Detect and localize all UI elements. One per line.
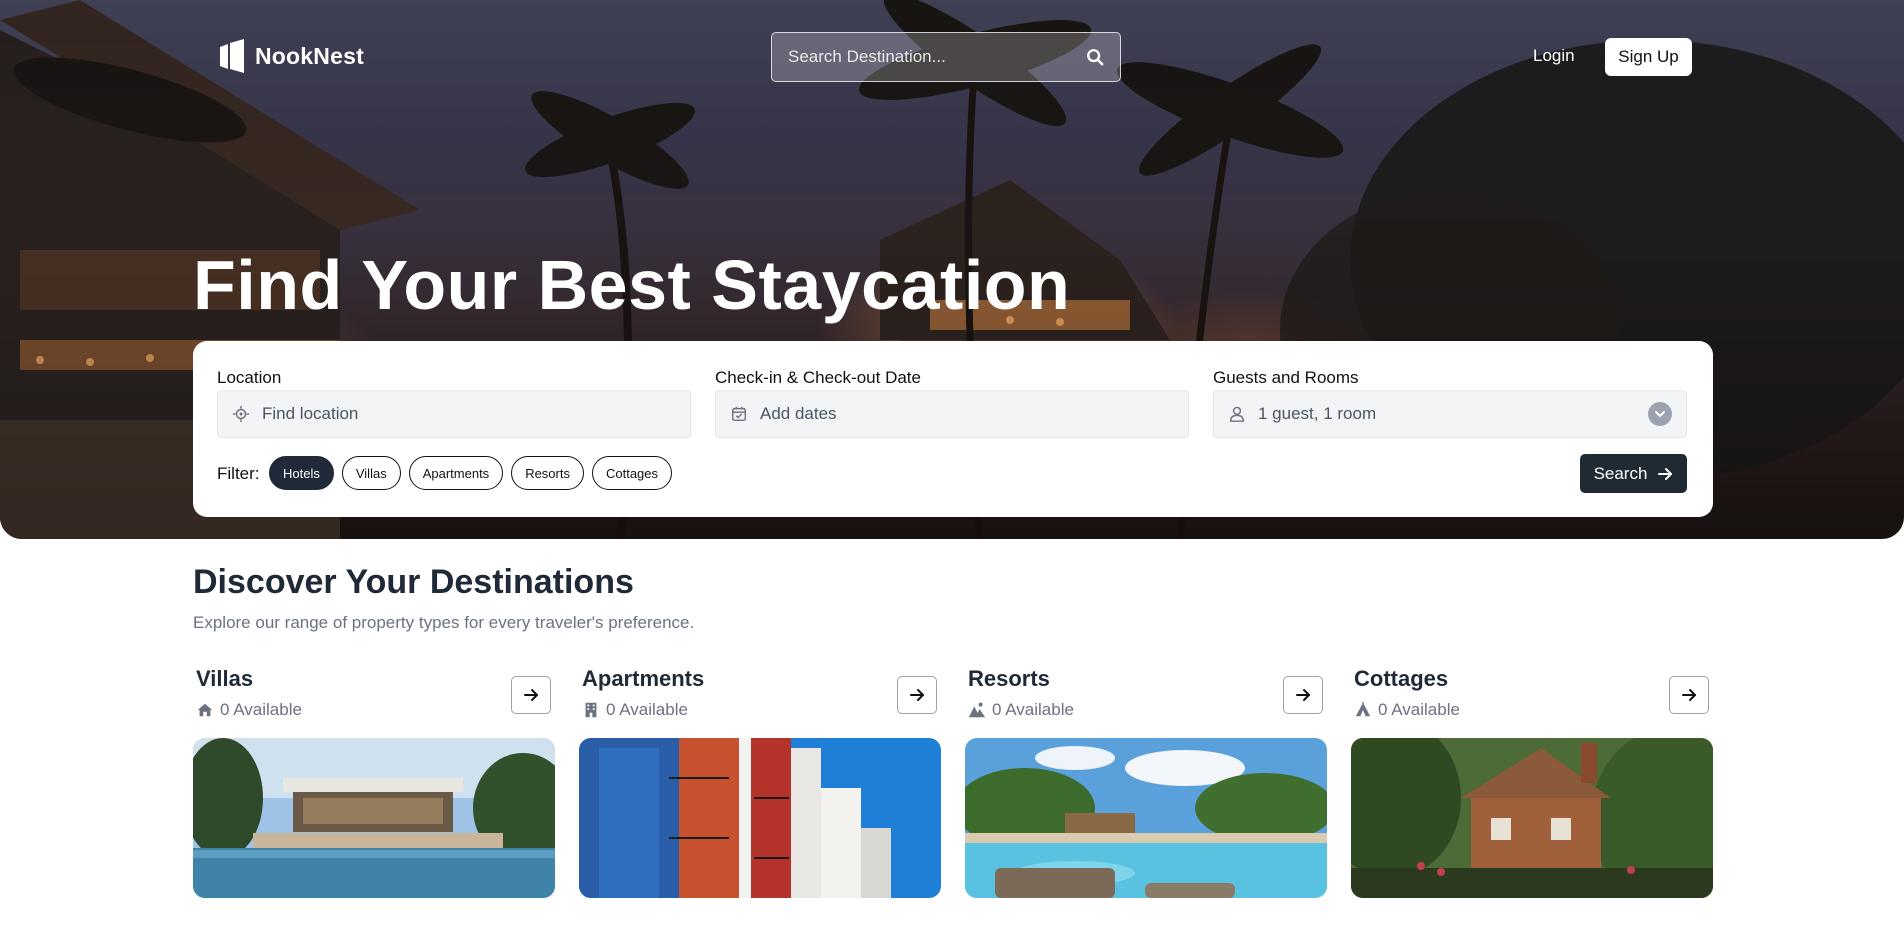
apartment-image[interactable] <box>579 738 941 898</box>
search-icon[interactable] <box>1086 48 1104 66</box>
availability-text: 0 Available <box>220 700 302 719</box>
arrow-right-icon <box>524 689 538 701</box>
discover-title: Discover Your Destinations <box>193 563 634 601</box>
destination-search-bar[interactable] <box>771 32 1121 82</box>
availability-text: 0 Available <box>1378 700 1460 719</box>
category-name: Villas <box>196 666 254 691</box>
cabin-icon <box>1355 701 1371 717</box>
search-button-label: Search <box>1593 463 1648 483</box>
filter-chips: Hotels Villas Apartments Resorts Cottage… <box>269 456 673 490</box>
filter-label: Filter: <box>217 464 260 483</box>
guests-field[interactable]: 1 guest, 1 room <box>1213 390 1687 438</box>
category-availability: 0 Available <box>582 700 688 720</box>
building-icon <box>585 702 597 718</box>
location-target-icon <box>232 405 250 423</box>
guests-value: 1 guest, 1 room <box>1258 404 1377 423</box>
filter-chip-hotels[interactable]: Hotels <box>269 456 334 490</box>
discover-subtitle: Explore our range of property types for … <box>193 613 695 632</box>
logo-icon <box>220 39 244 73</box>
dates-placeholder: Add dates <box>760 404 837 423</box>
filter-chip-villas[interactable]: Villas <box>341 456 401 490</box>
booking-search-card: Location Find location Check-in & Check-… <box>193 341 1713 517</box>
villa-image[interactable] <box>193 738 555 898</box>
category-name: Cottages <box>1354 666 1449 691</box>
arrow-right-icon <box>1296 689 1310 701</box>
resort-image[interactable] <box>965 738 1327 898</box>
login-link[interactable]: Login <box>1533 46 1575 66</box>
category-availability: 0 Available <box>1354 700 1460 720</box>
filter-chip-resorts[interactable]: Resorts <box>511 456 584 490</box>
guests-label: Guests and Rooms <box>1213 368 1359 387</box>
availability-text: 0 Available <box>992 700 1074 719</box>
filter-chip-cottages[interactable]: Cottages <box>591 456 673 490</box>
filter-chip-apartments[interactable]: Apartments <box>408 456 504 490</box>
calendar-icon <box>731 406 747 422</box>
dates-field[interactable]: Add dates <box>715 390 1189 438</box>
chevron-down-icon <box>1655 411 1665 418</box>
brand-logo[interactable]: NookNest <box>217 39 364 73</box>
destination-search-input[interactable] <box>788 47 1086 67</box>
location-field[interactable]: Find location <box>217 390 691 438</box>
category-name: Apartments <box>582 666 705 691</box>
arrow-right-icon <box>910 689 924 701</box>
category-name: Resorts <box>968 666 1050 691</box>
house-icon <box>197 703 213 717</box>
category-availability: 0 Available <box>196 700 302 720</box>
cottage-image[interactable] <box>1351 738 1713 898</box>
resort-icon <box>968 702 986 718</box>
dates-label: Check-in & Check-out Date <box>715 368 921 387</box>
user-icon <box>1229 406 1245 422</box>
arrow-right-icon <box>1682 689 1696 701</box>
signup-button[interactable]: Sign Up <box>1605 38 1692 76</box>
category-arrow-button[interactable] <box>1669 676 1709 714</box>
guests-dropdown-toggle[interactable] <box>1648 402 1672 426</box>
category-arrow-button[interactable] <box>897 676 937 714</box>
availability-text: 0 Available <box>606 700 688 719</box>
location-label: Location <box>217 368 282 387</box>
location-placeholder: Find location <box>262 404 359 423</box>
hero-title: Find Your Best Staycation <box>193 246 1071 324</box>
category-arrow-button[interactable] <box>1283 676 1323 714</box>
arrow-right-icon <box>1658 467 1673 480</box>
search-button[interactable]: Search <box>1580 454 1687 493</box>
brand-name: NookNest <box>255 42 364 69</box>
category-arrow-button[interactable] <box>511 676 551 714</box>
category-availability: 0 Available <box>968 700 1074 720</box>
